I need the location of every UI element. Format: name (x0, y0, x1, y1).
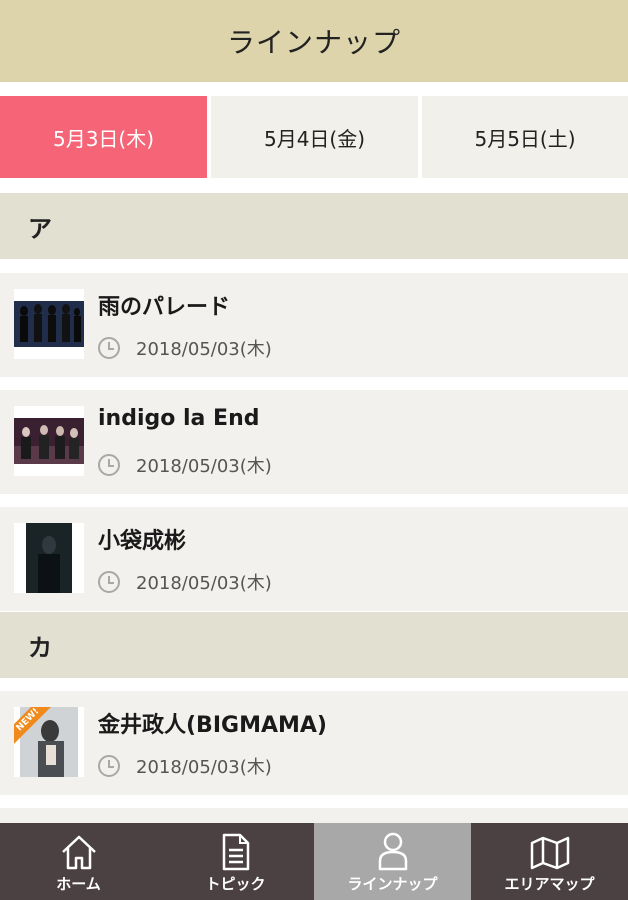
artist-row[interactable]: 小袋成彬 2018/05/03(木) (0, 507, 628, 611)
tab-may-4[interactable]: 5月4日(金) (211, 96, 418, 178)
artist-row[interactable]: indigo la End 2018/05/03(木) (0, 390, 628, 494)
artist-name: 金井政人(BIGMAMA) (98, 713, 327, 738)
artist-name: 小袋成彬 (98, 529, 187, 554)
nav-home[interactable]: ホーム (0, 823, 157, 900)
nav-lineup-label: ラインナップ (347, 875, 438, 893)
clock-icon (98, 337, 120, 359)
artist-row-partial[interactable] (0, 808, 628, 823)
clock-icon (98, 755, 120, 777)
person-icon (378, 832, 407, 871)
artist-name: 雨のパレード (98, 295, 231, 320)
artist-thumbnail (14, 289, 84, 359)
tab-may-3[interactable]: 5月3日(木) (0, 96, 207, 178)
document-icon (222, 833, 249, 871)
section-header-a: ア (0, 193, 628, 259)
artist-date: 2018/05/03(木) (136, 573, 272, 594)
date-tabs: 5月3日(木) 5月4日(金) 5月5日(土) (0, 96, 628, 178)
nav-topic-label: トピック (205, 875, 266, 893)
nav-topic[interactable]: トピック (157, 823, 314, 900)
artist-date-line: 2018/05/03(木) (98, 753, 272, 779)
section-header-ka: カ (0, 612, 628, 678)
tab-may-5[interactable]: 5月5日(土) (422, 96, 628, 178)
artist-thumbnail (14, 406, 84, 476)
artist-date-line: 2018/05/03(木) (98, 569, 272, 595)
bottom-navigation: ホーム トピック ラインナップ エリアマップ (0, 823, 628, 900)
nav-home-label: ホーム (56, 875, 101, 893)
artist-name: indigo la End (98, 406, 260, 431)
artist-date-line: 2018/05/03(木) (98, 452, 272, 478)
artist-date: 2018/05/03(木) (136, 339, 272, 360)
artist-thumbnail: NEW! (14, 707, 84, 777)
artist-thumbnail (14, 523, 84, 593)
nav-area-map-label: エリアマップ (504, 875, 595, 893)
page-title: ラインナップ (226, 26, 401, 59)
nav-area-map[interactable]: エリアマップ (471, 823, 628, 900)
artist-date-line: 2018/05/03(木) (98, 335, 272, 361)
artist-row[interactable]: NEW! 金井政人(BIGMAMA) 2018/05/03(木) (0, 691, 628, 795)
app-header: ラインナップ (0, 0, 628, 82)
clock-icon (98, 571, 120, 593)
artist-date: 2018/05/03(木) (136, 757, 272, 778)
artist-date: 2018/05/03(木) (136, 456, 272, 477)
home-icon (61, 835, 96, 870)
clock-icon (98, 454, 120, 476)
nav-lineup[interactable]: ラインナップ (314, 823, 471, 900)
artist-row[interactable]: 雨のパレード 2018/05/03(木) (0, 273, 628, 377)
map-icon (530, 836, 569, 870)
